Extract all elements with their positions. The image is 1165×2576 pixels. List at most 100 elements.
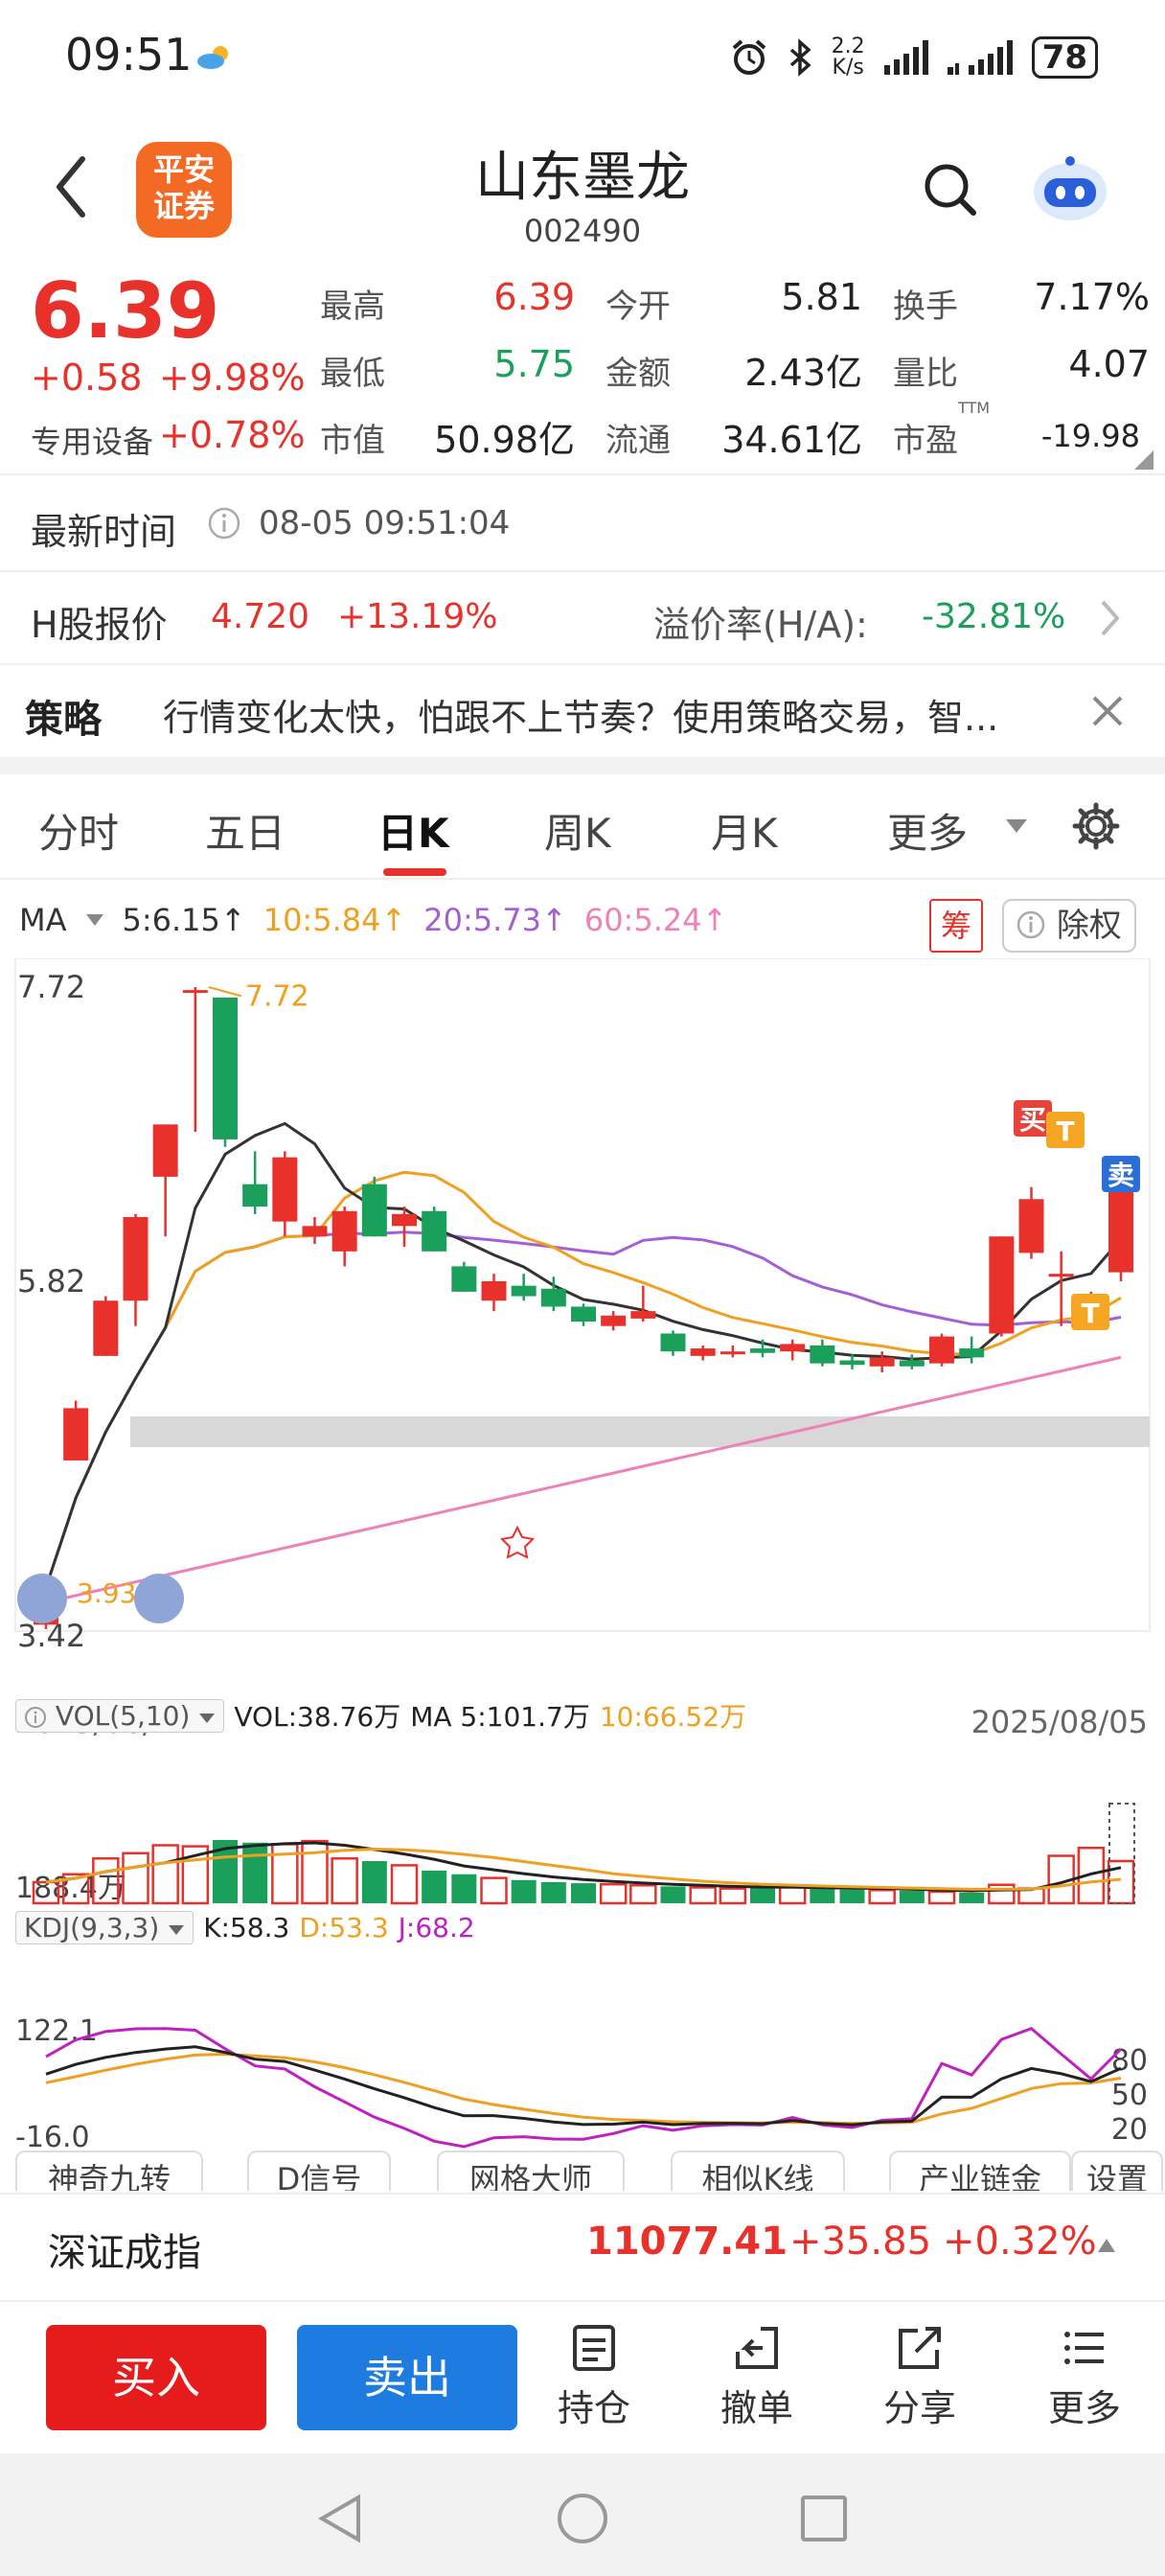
candle-body	[571, 1306, 596, 1322]
cancel-order-button[interactable]: 撤单	[699, 2323, 814, 2431]
low-value: 5.75	[493, 343, 575, 385]
tool-magic-nine[interactable]: 神奇九转	[15, 2150, 203, 2191]
candle-body	[63, 1408, 89, 1460]
volume-bar	[331, 1857, 358, 1905]
pe-ttm-sup: TTM	[958, 399, 991, 417]
volume-bar	[122, 1852, 149, 1905]
undo-icon	[736, 2327, 778, 2369]
close-icon[interactable]	[1090, 694, 1125, 728]
premium-value: -32.81%	[922, 597, 1066, 636]
volume-bar	[571, 1883, 596, 1903]
index-pct: +0.32%	[943, 2220, 1097, 2264]
date-end: 2025/08/05	[971, 1704, 1148, 1740]
candle-body	[750, 1348, 775, 1353]
amount-value: 2.43亿	[744, 352, 862, 394]
buy-button[interactable]: 买入	[46, 2325, 266, 2430]
system-nav-bar	[0, 2453, 1165, 2576]
kline-svg[interactable]: 7.72 5.82 3.42 7.723.93买T卖T 2025/06/12 2…	[0, 958, 1165, 2166]
sector-label[interactable]: 专用设备	[31, 418, 153, 462]
volume-bar	[480, 1876, 508, 1905]
volume-bar	[927, 1890, 956, 1905]
candle-body	[481, 1280, 507, 1301]
tab-five-day[interactable]: 五日	[205, 801, 286, 860]
tool-d-signal[interactable]: D信号	[247, 2150, 391, 2191]
nav-home-icon[interactable]	[556, 2492, 609, 2545]
ma10-line	[44, 1170, 1122, 1588]
latest-time-value: 08-05 09:51:04	[259, 504, 511, 542]
kdj-level-80: 80	[1111, 2044, 1148, 2078]
volume-bar	[868, 1889, 896, 1905]
chip-distribution-button[interactable]: 筹	[929, 899, 983, 953]
bottom-action-bar: 买入 卖出 持仓 撤单 分享 更多	[0, 2300, 1165, 2453]
ma20-line	[44, 1230, 1122, 1588]
open-label: 今开	[605, 288, 671, 326]
hshare-row[interactable]: H股报价 4.720 +13.19% 溢价率(H/A): -32.81%	[0, 572, 1165, 663]
sell-button[interactable]: 卖出	[297, 2325, 517, 2430]
dropdown-triangle-icon[interactable]	[84, 911, 105, 929]
ma-label[interactable]: MA	[19, 902, 67, 938]
sector-change[interactable]: +0.78%	[159, 414, 306, 456]
candle-body	[182, 990, 208, 994]
volume-bar	[959, 1893, 985, 1903]
volume-bar	[988, 1883, 1016, 1905]
volume-bar	[660, 1886, 686, 1903]
ex-rights-button[interactable]: 除权	[1002, 899, 1136, 953]
ai-assistant-icon[interactable]	[1027, 153, 1113, 226]
open-value: 5.81	[781, 276, 862, 318]
volume-bar	[719, 1887, 747, 1905]
candle-body	[660, 1333, 686, 1352]
volume-bar	[1107, 1859, 1135, 1905]
candle-body	[361, 1184, 387, 1237]
candle-body	[451, 1266, 477, 1292]
signal-icon	[947, 40, 1013, 75]
tool-grid-master[interactable]: 网格大师	[437, 2150, 625, 2191]
volume-indicator-label: VOL(5,10)	[55, 1699, 191, 1732]
holdings-icon	[573, 2325, 615, 2371]
tool-similar-kline[interactable]: 相似K线	[671, 2150, 845, 2191]
tab-daily-k[interactable]: 日K	[377, 801, 449, 860]
kline-chart-area[interactable]: MA 5:6.15↑ 10:5.84↑ 20:5.73↑ 60:5.24↑ 筹 …	[0, 891, 1165, 2175]
nav-back-icon[interactable]	[316, 2492, 364, 2545]
volume-bar	[151, 1844, 179, 1905]
kdj-indicator-selector[interactable]: KDJ(9,3,3)	[15, 1910, 194, 1944]
candle-body	[899, 1360, 925, 1367]
volume-bar	[599, 1882, 628, 1905]
info-icon[interactable]	[207, 506, 241, 540]
back-arrow-icon[interactable]	[48, 153, 96, 220]
candle-body	[869, 1357, 895, 1367]
strategy-text: 行情变化太快，怕跟不上节奏？使用策略交易，智...	[163, 697, 999, 739]
hshare-pct: +13.19%	[337, 597, 498, 636]
tab-monthly-k[interactable]: 月K	[711, 801, 778, 860]
dropdown-triangle-icon[interactable]	[1004, 816, 1029, 836]
latest-time-label: 最新时间	[31, 511, 177, 553]
more-label: 更多	[1047, 2387, 1121, 2429]
settings-gear-icon[interactable]	[1071, 801, 1121, 851]
volume-indicator-selector[interactable]: VOL(5,10)	[15, 1698, 225, 1733]
holdings-button[interactable]: 持仓	[537, 2323, 651, 2431]
more-button[interactable]: 更多	[1027, 2323, 1142, 2431]
volume-value: VOL:38.76万	[234, 1701, 401, 1733]
tool-industry-chain[interactable]: 产业链金	[889, 2150, 1071, 2191]
search-icon[interactable]	[922, 161, 979, 218]
nav-recents-icon[interactable]	[799, 2494, 849, 2543]
candle-body	[1108, 1185, 1133, 1273]
battery-icon: 78	[1031, 36, 1098, 79]
ma60-value: 60:5.24↑	[583, 902, 728, 938]
candle-body	[810, 1345, 835, 1364]
tab-intraday[interactable]: 分时	[38, 801, 119, 860]
expand-corner-icon[interactable]	[1134, 450, 1154, 470]
tool-settings[interactable]: 设置	[1071, 2150, 1163, 2191]
tab-weekly-k[interactable]: 周K	[544, 801, 611, 860]
volume-legend: VOL(5,10) VOL:38.76万 MA 5:101.7万 10:66.5…	[15, 1692, 746, 1738]
amount-label: 金额	[605, 355, 671, 393]
index-ticker[interactable]: 深证成指 11077.41 +35.85 +0.32%	[0, 2193, 1165, 2298]
share-button[interactable]: 分享	[862, 2323, 977, 2431]
price-change: +0.58	[31, 356, 143, 399]
dropdown-triangle-icon	[199, 1713, 216, 1723]
tab-more[interactable]: 更多	[887, 801, 968, 860]
period-tabs: 分时 五日 日K 周K 月K 更多	[0, 774, 1165, 880]
price-panel	[14, 958, 1151, 1632]
kdj-legend: KDJ(9,3,3) K:58.3 D:53.3 J:68.2	[15, 1905, 475, 1949]
vol-ratio-label: 量比	[893, 355, 958, 393]
strategy-banner[interactable]: 策略 行情变化太快，怕跟不上节奏？使用策略交易，智...	[0, 665, 1165, 756]
